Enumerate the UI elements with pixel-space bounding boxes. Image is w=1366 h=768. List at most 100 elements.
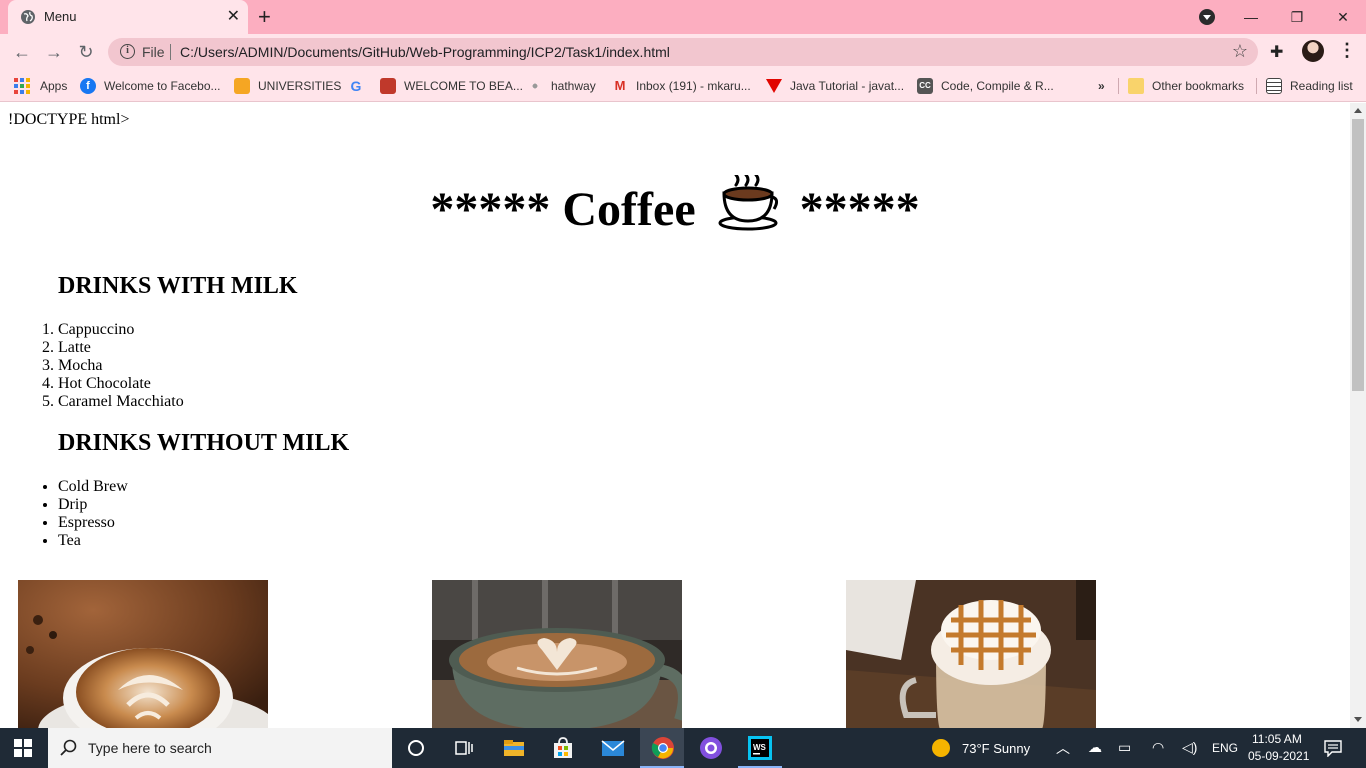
scroll-thumb[interactable]	[1352, 119, 1364, 391]
hathway-icon	[527, 78, 543, 94]
address-bar[interactable]: i File C:/Users/ADMIN/Documents/GitHub/W…	[108, 38, 1258, 66]
restore-button[interactable]: ❐	[1274, 0, 1320, 34]
url-scheme-label: File	[142, 44, 165, 60]
google-icon: G	[350, 78, 362, 94]
bookmark-star-icon[interactable]: ☆	[1232, 41, 1248, 62]
welcome-icon	[380, 78, 396, 94]
back-icon[interactable]: ←	[10, 40, 34, 64]
mail-icon[interactable]	[601, 736, 625, 760]
chrome-taskbar-button[interactable]	[640, 728, 684, 768]
reload-icon[interactable]: ↻	[74, 40, 98, 64]
globe-icon	[21, 10, 35, 24]
bookmark-welcome[interactable]: WELCOME TO BEA...	[380, 76, 523, 96]
store-icon[interactable]	[551, 736, 575, 760]
file-explorer-icon[interactable]	[502, 736, 526, 760]
list-item: Hot Chocolate	[58, 375, 184, 393]
forward-icon[interactable]: →	[42, 40, 66, 64]
menu-kebab-icon[interactable]: ⋮	[1338, 40, 1356, 61]
bookmark-label: Apps	[40, 79, 68, 93]
search-icon	[60, 739, 77, 756]
bookmark-gmail[interactable]: M Inbox (191) - mkaru...	[612, 76, 751, 96]
language-indicator[interactable]: ENG	[1212, 741, 1238, 755]
chrome-icon	[651, 737, 674, 759]
page-heading: ***** Coffee *****	[0, 173, 1350, 237]
cappuccino-image	[18, 580, 268, 728]
gmail-icon: M	[614, 78, 626, 93]
clock-time[interactable]: 11:05 AM	[1252, 732, 1302, 746]
heading-left-text: ***** Coffee	[430, 183, 696, 236]
list-item: Drip	[58, 496, 128, 514]
bookmark-label: Welcome to Facebo...	[104, 79, 221, 93]
reading-list-icon	[1266, 78, 1282, 94]
windows-start-icon[interactable]	[14, 739, 32, 757]
clock-date[interactable]: 05-09-2021	[1248, 749, 1309, 763]
volume-icon[interactable]: ◁)	[1182, 739, 1197, 756]
tab-title: Menu	[44, 9, 77, 24]
list-item: Espresso	[58, 514, 128, 532]
bookmark-facebook[interactable]: f Welcome to Facebo...	[80, 76, 221, 96]
bookmark-universities[interactable]: UNIVERSITIES	[234, 76, 341, 96]
sun-weather-icon	[932, 739, 950, 757]
bookmark-label: Reading list	[1290, 79, 1353, 93]
list-item: Latte	[58, 339, 184, 357]
close-tab-icon[interactable]: ✕	[227, 7, 240, 27]
code-compile-icon: CC	[917, 78, 933, 94]
list-item: Mocha	[58, 357, 184, 375]
bookmarks-overflow-button[interactable]: »	[1098, 76, 1105, 96]
bookmark-hathway[interactable]: hathway	[527, 76, 596, 96]
url-text[interactable]: C:/Users/ADMIN/Documents/GitHub/Web-Prog…	[180, 44, 670, 60]
extensions-icon[interactable]: ✚	[1270, 42, 1283, 62]
taskbar: Type here to search WS 73°F Sunny ︿ ☁ ▭ …	[0, 728, 1366, 768]
universities-icon	[234, 78, 250, 94]
caramel-macchiato-image	[846, 580, 1096, 728]
page-scrollbar[interactable]	[1350, 103, 1366, 728]
heading-right-text: *****	[799, 183, 920, 236]
milk-drinks-list: Cappuccino Latte Mocha Hot Chocolate Car…	[58, 321, 184, 411]
scroll-up-icon[interactable]	[1354, 108, 1362, 113]
apps-grid-icon	[14, 78, 30, 94]
section-title-with-milk: DRINKS WITH MILK	[58, 273, 298, 299]
other-bookmarks-folder[interactable]: Other bookmarks	[1128, 76, 1244, 96]
non-milk-drinks-list: Cold Brew Drip Espresso Tea	[58, 478, 128, 550]
page-content: !DOCTYPE html> ***** Coffee ***** DRINKS…	[0, 103, 1350, 728]
minimize-button[interactable]: —	[1228, 0, 1274, 34]
tab-menu[interactable]: Menu ✕	[8, 0, 248, 34]
battery-icon[interactable]: ▭	[1118, 739, 1131, 756]
github-desktop-icon[interactable]	[699, 736, 723, 760]
new-tab-button[interactable]: +	[258, 4, 271, 30]
facebook-icon: f	[80, 78, 96, 94]
cortana-icon[interactable]	[404, 736, 428, 760]
latte-image	[432, 580, 682, 728]
divider	[1118, 78, 1119, 94]
scroll-down-icon[interactable]	[1354, 717, 1362, 722]
notifications-icon[interactable]	[1324, 739, 1342, 757]
profile-avatar[interactable]	[1302, 40, 1324, 62]
bookmark-apps[interactable]: Apps	[14, 76, 67, 96]
folder-icon	[1128, 78, 1144, 94]
doctype-text: !DOCTYPE html>	[8, 111, 130, 128]
tab-search-icon[interactable]	[1199, 9, 1215, 25]
svg-text:WS: WS	[753, 743, 767, 752]
info-icon[interactable]: i	[120, 44, 135, 59]
onedrive-warning-icon[interactable]: ☁	[1088, 739, 1102, 756]
coffee-cup-icon	[718, 173, 778, 231]
task-view-icon[interactable]	[452, 736, 476, 760]
divider	[170, 44, 171, 60]
wifi-icon[interactable]: ◠	[1152, 739, 1164, 756]
weather-text[interactable]: 73°F Sunny	[962, 741, 1030, 756]
search-placeholder: Type here to search	[88, 740, 212, 756]
close-window-button[interactable]: ✕	[1320, 0, 1366, 34]
list-item: Tea	[58, 532, 128, 550]
bookmark-google[interactable]: G	[348, 76, 372, 96]
bookmark-code-compile[interactable]: CC Code, Compile & R...	[917, 76, 1054, 96]
chevron-up-icon[interactable]: ︿	[1056, 738, 1070, 758]
taskbar-search[interactable]: Type here to search	[48, 728, 392, 768]
bookmark-java-tutorial[interactable]: Java Tutorial - javat...	[766, 76, 904, 96]
javatpoint-icon	[766, 79, 782, 93]
bookmark-label: Other bookmarks	[1152, 79, 1245, 93]
list-item: Cappuccino	[58, 321, 184, 339]
tab-strip: Menu ✕ + — ❐ ✕	[0, 0, 1366, 34]
reading-list-button[interactable]: Reading list	[1266, 76, 1353, 96]
webstorm-taskbar-button[interactable]: WS	[738, 728, 782, 768]
bookmark-label: WELCOME TO BEA...	[404, 79, 523, 93]
